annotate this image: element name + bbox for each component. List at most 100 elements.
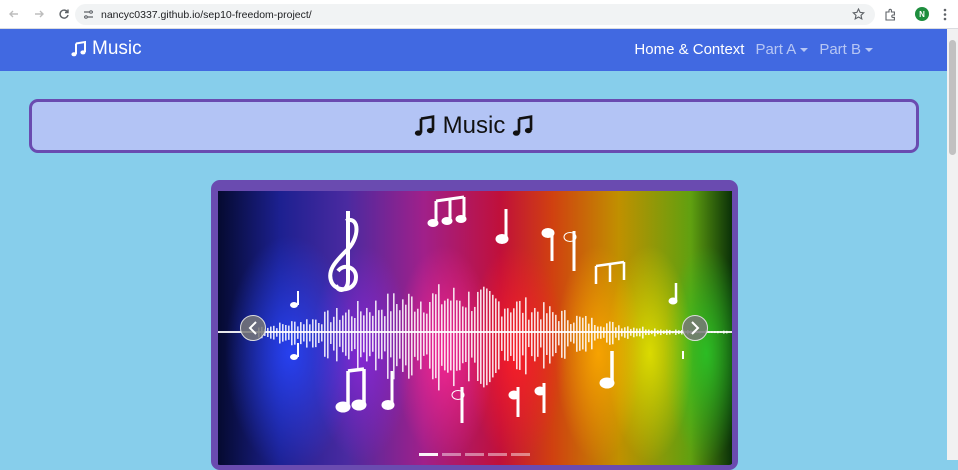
- carousel-indicator[interactable]: [488, 453, 507, 456]
- reload-button[interactable]: [53, 3, 75, 25]
- waveform-bar: [267, 327, 269, 338]
- carousel-indicator[interactable]: [511, 453, 530, 456]
- carousel-indicator[interactable]: [465, 453, 484, 456]
- waveform-bar: [468, 291, 470, 382]
- waveform-bar: [411, 296, 413, 376]
- waveform-bar: [282, 324, 284, 342]
- extensions-puzzle-icon[interactable]: [880, 4, 900, 24]
- music-waveform-illustration: [218, 195, 732, 423]
- carousel-prev-button[interactable]: [240, 315, 266, 341]
- waveform-bar: [624, 327, 626, 338]
- waveform-bar: [348, 309, 350, 360]
- waveform-bar: [327, 310, 329, 359]
- waveform-bar: [480, 289, 482, 384]
- waveform-bar: [621, 328, 623, 337]
- carousel-indicator[interactable]: [419, 453, 438, 456]
- waveform-bar: [474, 306, 476, 363]
- navbar-links: Home & Context Part A Part B: [623, 41, 873, 58]
- waveform-bar: [504, 308, 506, 361]
- waveform-bar: [465, 307, 467, 362]
- waveform-bar: [489, 290, 491, 383]
- nav-link-label: Part A: [755, 41, 797, 58]
- nav-link-home-context[interactable]: Home & Context: [634, 41, 744, 58]
- waveform-bar: [675, 329, 677, 335]
- waveform-bar: [300, 322, 302, 345]
- waveform-bar: [429, 302, 431, 369]
- waveform-bar: [444, 300, 446, 371]
- waveform-bar: [534, 307, 536, 362]
- waveform-bar: [678, 330, 680, 335]
- waveform-bar: [546, 313, 548, 355]
- waveform-bar: [522, 312, 524, 356]
- waveform-bar: [639, 328, 641, 337]
- waveform-bar: [360, 311, 362, 358]
- waveform-bar: [462, 306, 464, 364]
- waveform-bar: [336, 308, 338, 362]
- navbar-brand[interactable]: Music: [70, 38, 142, 60]
- site-navbar: Music Home & Context Part A Part B: [0, 29, 947, 71]
- waveform-bar: [483, 286, 485, 388]
- nav-dropdown-part-b[interactable]: Part B: [819, 41, 873, 58]
- waveform-bar: [369, 312, 371, 357]
- waveform-bar: [384, 316, 386, 352]
- kebab-menu-icon[interactable]: [938, 4, 952, 24]
- waveform-bar: [642, 326, 644, 339]
- bookmark-star-icon[interactable]: [850, 6, 867, 23]
- page-title-box: Music: [29, 99, 919, 153]
- waveform-bar: [633, 327, 635, 338]
- waveform-bar: [279, 322, 281, 344]
- carousel-indicator[interactable]: [442, 453, 461, 456]
- waveform-bar: [456, 300, 458, 371]
- waveform-bar: [372, 315, 374, 352]
- scrollbar-thumb[interactable]: [949, 40, 956, 155]
- waveform-bar: [567, 320, 569, 347]
- waveform-bar: [717, 331, 719, 334]
- waveform-bar: [507, 308, 509, 362]
- waveform-bar: [399, 310, 401, 359]
- waveform-bar: [492, 294, 494, 378]
- waveform-bar: [312, 319, 314, 348]
- arrow-right-icon: [35, 10, 44, 18]
- waveform-bar: [498, 301, 500, 370]
- carousel-next-button[interactable]: [682, 315, 708, 341]
- waveform-bar: [513, 308, 515, 362]
- nav-dropdown-part-a[interactable]: Part A: [755, 41, 809, 58]
- url-text[interactable]: nancyc0337.github.io/sep10-freedom-proje…: [101, 9, 312, 21]
- waveform-bar: [660, 329, 662, 336]
- waveform-bar: [375, 300, 377, 371]
- waveform-bar: [273, 325, 275, 340]
- waveform-bar: [573, 322, 575, 344]
- back-button[interactable]: [3, 3, 25, 25]
- waveform-bar: [597, 326, 599, 339]
- waveform-bar: [558, 321, 560, 346]
- waveform-bar: [345, 312, 347, 356]
- waveform-bar: [528, 319, 530, 348]
- waveform-bar: [291, 321, 293, 346]
- waveform-bar: [672, 330, 674, 334]
- waveform-bar: [555, 314, 557, 354]
- forward-button[interactable]: [28, 3, 50, 25]
- profile-avatar[interactable]: N: [915, 7, 929, 21]
- waveform-bar: [477, 291, 479, 381]
- waveform-bar: [288, 325, 290, 340]
- carousel-indicators: [419, 453, 530, 456]
- waveform-bar: [582, 317, 584, 350]
- waveform-bar: [645, 329, 647, 336]
- waveform-bar: [720, 331, 722, 333]
- page-scrollbar[interactable]: [947, 29, 958, 460]
- site-info-icon[interactable]: [79, 6, 97, 24]
- chevron-left-icon: [248, 321, 257, 335]
- waveform-bar: [666, 329, 668, 335]
- waveform-bar: [486, 288, 488, 386]
- waveform-bar: [723, 330, 725, 334]
- waveform-bar: [405, 304, 407, 366]
- waveform-bar: [549, 306, 551, 364]
- waveform-bar: [363, 315, 365, 353]
- address-bar[interactable]: nancyc0337.github.io/sep10-freedom-proje…: [75, 4, 875, 25]
- waveform-bar: [333, 316, 335, 351]
- waveform-bar: [585, 315, 587, 352]
- image-carousel: [211, 180, 738, 470]
- waveform-bar: [603, 327, 605, 338]
- caret-down-icon: [800, 47, 809, 52]
- waveform-bar: [366, 307, 368, 362]
